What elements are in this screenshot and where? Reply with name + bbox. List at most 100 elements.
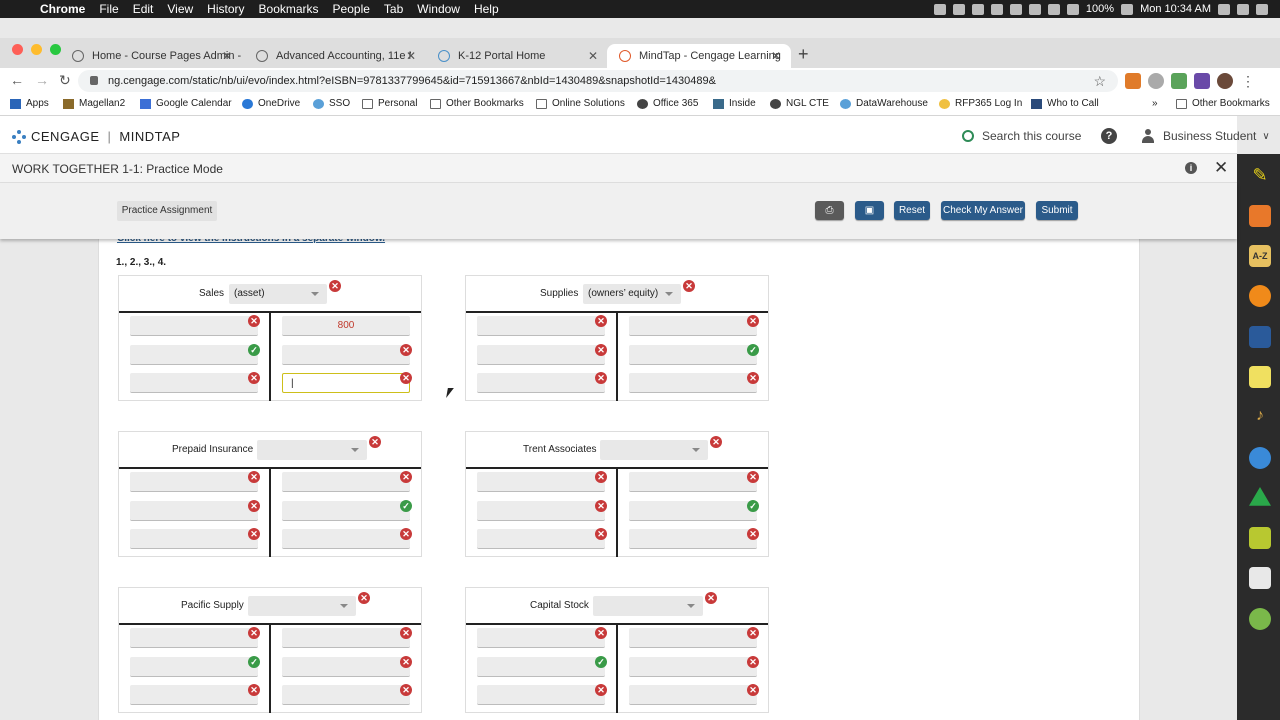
book-icon[interactable]	[1249, 326, 1271, 348]
status-icon[interactable]	[990, 3, 1003, 15]
debit-input[interactable]	[477, 628, 605, 648]
spotlight-icon[interactable]	[1218, 3, 1230, 15]
close-icon[interactable]: ✕	[1214, 158, 1228, 178]
debit-input[interactable]	[477, 373, 605, 393]
credit-input[interactable]	[629, 472, 757, 492]
debit-input[interactable]	[130, 501, 258, 521]
credit-input[interactable]	[629, 501, 757, 521]
credit-input[interactable]	[629, 685, 757, 705]
bookmark-item[interactable]: RFP365 Log In	[939, 98, 1022, 109]
control-center-icon[interactable]	[1256, 3, 1268, 15]
debit-input[interactable]	[130, 529, 258, 549]
credit-input[interactable]	[282, 657, 410, 677]
menu-people[interactable]: People	[333, 2, 370, 16]
debit-input[interactable]	[130, 345, 258, 365]
menu-view[interactable]: View	[167, 2, 193, 16]
bookmark-item[interactable]: DataWarehouse	[840, 98, 928, 109]
status-icon[interactable]	[933, 3, 946, 15]
bookmark-folder[interactable]: Other Bookmarks	[1176, 98, 1270, 109]
classification-dropdown[interactable]: (asset)	[229, 284, 327, 304]
bookmark-item[interactable]: Google Calendar	[140, 98, 232, 109]
debit-input[interactable]	[130, 628, 258, 648]
debit-input[interactable]	[477, 529, 605, 549]
bookmark-folder[interactable]: Other Bookmarks	[430, 98, 524, 109]
credit-input[interactable]	[282, 472, 410, 492]
classification-dropdown[interactable]	[248, 596, 356, 616]
menu-app-name[interactable]: Chrome	[40, 2, 85, 16]
browser-tab[interactable]: Home - Course Pages Admin - ✕	[60, 44, 242, 68]
debit-input[interactable]	[130, 657, 258, 677]
close-tab-icon[interactable]: ✕	[771, 49, 781, 63]
cengage-logo[interactable]: CENGAGE | MINDTAP	[12, 129, 180, 144]
credit-input[interactable]	[629, 628, 757, 648]
pencil-icon[interactable]: ✎	[1249, 165, 1271, 187]
bookmark-item[interactable]: SSO	[313, 98, 350, 109]
url-bar[interactable]: ng.cengage.com/static/nb/ui/evo/index.ht…	[78, 70, 1118, 92]
status-icon[interactable]	[971, 3, 984, 15]
status-icon[interactable]	[1028, 3, 1041, 15]
battery-icon[interactable]	[1121, 3, 1134, 15]
debit-input[interactable]	[130, 472, 258, 492]
debit-input[interactable]	[477, 501, 605, 521]
cart-icon[interactable]	[1249, 527, 1271, 549]
back-icon[interactable]: ←	[10, 72, 24, 88]
bookmark-item[interactable]: Inside	[713, 98, 756, 109]
app-icon[interactable]	[1249, 608, 1271, 630]
reset-button[interactable]: Reset	[894, 201, 930, 220]
profile-avatar[interactable]	[1217, 73, 1233, 89]
credit-input[interactable]	[282, 628, 410, 648]
status-icon[interactable]	[952, 3, 965, 15]
info-icon[interactable]: i	[1185, 162, 1197, 174]
glossary-icon[interactable]: A-Z	[1249, 245, 1271, 267]
close-tab-icon[interactable]: ✕	[588, 49, 598, 63]
credit-input[interactable]	[629, 316, 757, 336]
debit-input[interactable]	[477, 345, 605, 365]
credit-input[interactable]: |	[282, 373, 410, 393]
bookmarks-overflow-icon[interactable]: »	[1152, 98, 1158, 109]
chrome-menu-icon[interactable]: ⋮	[1240, 73, 1256, 89]
siri-icon[interactable]	[1237, 3, 1249, 15]
debit-input[interactable]	[130, 685, 258, 705]
browser-tab[interactable]: Advanced Accounting, 11e Min ✕	[244, 44, 426, 68]
volume-icon[interactable]	[1066, 3, 1079, 15]
classification-dropdown[interactable]: (owners’ equity)	[583, 284, 681, 304]
bookmark-folder[interactable]: Personal	[362, 98, 417, 109]
extension-icon[interactable]	[1125, 73, 1141, 89]
credit-input[interactable]	[282, 529, 410, 549]
menu-tab[interactable]: Tab	[384, 2, 403, 16]
bookmark-item[interactable]: Who to Call	[1031, 98, 1099, 109]
menu-window[interactable]: Window	[417, 2, 460, 16]
bookmark-item[interactable]: Magellan2	[63, 98, 125, 109]
rss-icon[interactable]	[1249, 205, 1271, 227]
menu-edit[interactable]: Edit	[133, 2, 154, 16]
extension-icon[interactable]	[1148, 73, 1164, 89]
close-tab-icon[interactable]: ✕	[406, 49, 416, 63]
notebook-icon[interactable]	[1249, 567, 1271, 589]
browser-tab[interactable]: K-12 Portal Home ✕	[426, 44, 608, 68]
clock[interactable]: Mon 10:34 AM	[1140, 3, 1211, 15]
debit-input[interactable]	[130, 316, 258, 336]
debit-input[interactable]	[477, 685, 605, 705]
bookmark-star-icon[interactable]: ☆	[1093, 70, 1106, 92]
status-icon[interactable]	[1009, 3, 1022, 15]
course-search[interactable]: Search this course	[962, 129, 1081, 143]
submit-button[interactable]: Submit	[1036, 201, 1078, 220]
browser-tab-active[interactable]: MindTap - Cengage Learning ✕	[607, 44, 791, 68]
forward-icon[interactable]: →	[35, 72, 49, 88]
debit-input[interactable]	[130, 373, 258, 393]
wifi-icon[interactable]	[1047, 3, 1060, 15]
bookmark-apps[interactable]: Apps	[10, 98, 49, 109]
menu-bookmarks[interactable]: Bookmarks	[259, 2, 319, 16]
close-window-button[interactable]	[12, 44, 23, 55]
user-menu[interactable]: Business Student ∨	[1141, 129, 1270, 143]
credit-input[interactable]: 800	[282, 316, 410, 336]
menu-history[interactable]: History	[207, 2, 244, 16]
minimize-window-button[interactable]	[31, 44, 42, 55]
reload-icon[interactable]: ↻	[59, 72, 71, 89]
credit-input[interactable]	[282, 501, 410, 521]
cloud-icon[interactable]	[1249, 447, 1271, 469]
classification-dropdown[interactable]	[600, 440, 708, 460]
save-button[interactable]: ▣	[855, 201, 884, 220]
close-tab-icon[interactable]: ✕	[222, 49, 232, 63]
credit-input[interactable]	[629, 373, 757, 393]
